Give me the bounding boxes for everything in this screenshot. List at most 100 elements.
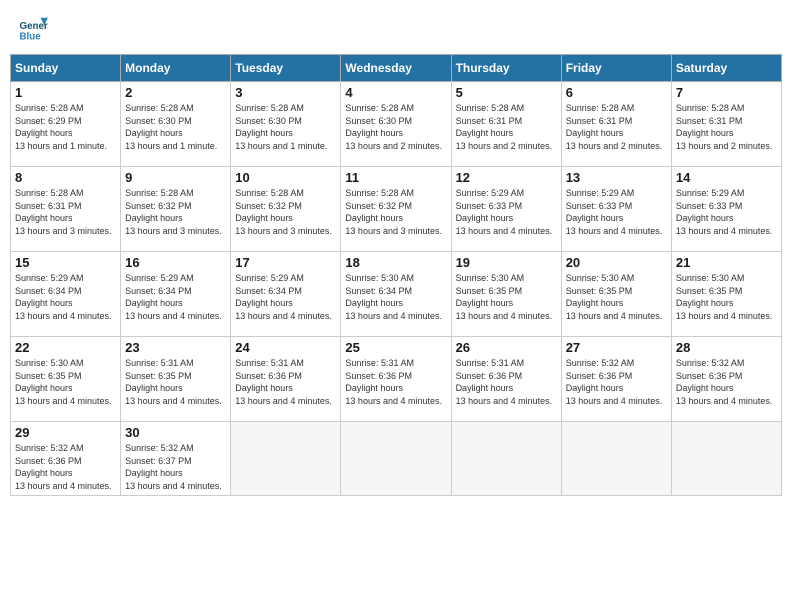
day-number: 26: [456, 340, 557, 355]
weekday-header-monday: Monday: [121, 55, 231, 82]
day-detail: Sunrise: 5:28 AMSunset: 6:31 PMDaylight …: [456, 102, 557, 152]
day-number: 3: [235, 85, 336, 100]
day-number: 20: [566, 255, 667, 270]
calendar-cell: [671, 422, 781, 496]
day-number: 17: [235, 255, 336, 270]
calendar-cell: 21 Sunrise: 5:30 AMSunset: 6:35 PMDayligh…: [671, 252, 781, 337]
day-detail: Sunrise: 5:28 AMSunset: 6:30 PMDaylight …: [125, 102, 226, 152]
calendar-cell: 19 Sunrise: 5:30 AMSunset: 6:35 PMDayligh…: [451, 252, 561, 337]
calendar-week-4: 22 Sunrise: 5:30 AMSunset: 6:35 PMDayligh…: [11, 337, 782, 422]
logo: General Blue: [18, 14, 52, 44]
day-detail: Sunrise: 5:30 AMSunset: 6:35 PMDaylight …: [566, 272, 667, 322]
day-number: 1: [15, 85, 116, 100]
day-detail: Sunrise: 5:29 AMSunset: 6:34 PMDaylight …: [235, 272, 336, 322]
svg-text:Blue: Blue: [20, 32, 42, 43]
calendar-cell: 30 Sunrise: 5:32 AMSunset: 6:37 PMDayligh…: [121, 422, 231, 496]
calendar-week-3: 15 Sunrise: 5:29 AMSunset: 6:34 PMDayligh…: [11, 252, 782, 337]
weekday-header: SundayMondayTuesdayWednesdayThursdayFrid…: [11, 55, 782, 82]
day-detail: Sunrise: 5:28 AMSunset: 6:32 PMDaylight …: [125, 187, 226, 237]
day-detail: Sunrise: 5:28 AMSunset: 6:29 PMDaylight …: [15, 102, 116, 152]
calendar-cell: 13 Sunrise: 5:29 AMSunset: 6:33 PMDayligh…: [561, 167, 671, 252]
calendar-body: 1 Sunrise: 5:28 AMSunset: 6:29 PMDaylight…: [11, 82, 782, 496]
day-number: 30: [125, 425, 226, 440]
day-number: 16: [125, 255, 226, 270]
calendar-cell: 28Sunrise: 5:32 AMSunset: 6:36 PMDayligh…: [671, 337, 781, 422]
day-number: 10: [235, 170, 336, 185]
day-number: 12: [456, 170, 557, 185]
calendar-cell: 18 Sunrise: 5:30 AMSunset: 6:34 PMDayligh…: [341, 252, 451, 337]
calendar-week-2: 8Sunrise: 5:28 AMSunset: 6:31 PMDaylight…: [11, 167, 782, 252]
day-number: 13: [566, 170, 667, 185]
calendar-cell: 26 Sunrise: 5:31 AMSunset: 6:36 PMDayligh…: [451, 337, 561, 422]
calendar-cell: 9Sunrise: 5:28 AMSunset: 6:32 PMDaylight…: [121, 167, 231, 252]
day-detail: Sunrise: 5:30 AMSunset: 6:35 PMDaylight …: [676, 272, 777, 322]
calendar-cell: 29 Sunrise: 5:32 AMSunset: 6:36 PMDayligh…: [11, 422, 121, 496]
day-number: 19: [456, 255, 557, 270]
day-detail: Sunrise: 5:30 AMSunset: 6:34 PMDaylight …: [345, 272, 446, 322]
day-number: 5: [456, 85, 557, 100]
day-detail: Sunrise: 5:28 AMSunset: 6:31 PMDaylight …: [676, 102, 777, 152]
calendar-cell: 11 Sunrise: 5:28 AMSunset: 6:32 PMDayligh…: [341, 167, 451, 252]
calendar-cell: 12 Sunrise: 5:29 AMSunset: 6:33 PMDayligh…: [451, 167, 561, 252]
day-detail: Sunrise: 5:32 AMSunset: 6:36 PMDaylight …: [566, 357, 667, 407]
calendar-cell: 1 Sunrise: 5:28 AMSunset: 6:29 PMDaylight…: [11, 82, 121, 167]
day-detail: Sunrise: 5:30 AMSunset: 6:35 PMDaylight …: [15, 357, 116, 407]
calendar-cell: [451, 422, 561, 496]
calendar-cell: 6 Sunrise: 5:28 AMSunset: 6:31 PMDaylight…: [561, 82, 671, 167]
day-detail: Sunrise: 5:31 AMSunset: 6:35 PMDaylight …: [125, 357, 226, 407]
day-number: 24: [235, 340, 336, 355]
day-detail: Sunrise: 5:28 AMSunset: 6:30 PMDaylight …: [235, 102, 336, 152]
calendar-cell: 22 Sunrise: 5:30 AMSunset: 6:35 PMDayligh…: [11, 337, 121, 422]
day-detail: Sunrise: 5:28 AMSunset: 6:32 PMDaylight …: [345, 187, 446, 237]
day-number: 7: [676, 85, 777, 100]
calendar-week-5: 29 Sunrise: 5:32 AMSunset: 6:36 PMDayligh…: [11, 422, 782, 496]
calendar-cell: 20 Sunrise: 5:30 AMSunset: 6:35 PMDayligh…: [561, 252, 671, 337]
day-detail: Sunrise: 5:30 AMSunset: 6:35 PMDaylight …: [456, 272, 557, 322]
calendar-cell: 8Sunrise: 5:28 AMSunset: 6:31 PMDaylight…: [11, 167, 121, 252]
day-number: 23: [125, 340, 226, 355]
calendar-cell: 2 Sunrise: 5:28 AMSunset: 6:30 PMDaylight…: [121, 82, 231, 167]
day-detail: Sunrise: 5:28 AMSunset: 6:31 PMDaylight …: [566, 102, 667, 152]
logo-icon: General Blue: [18, 14, 48, 44]
day-detail: Sunrise: 5:29 AMSunset: 6:33 PMDaylight …: [676, 187, 777, 237]
day-detail: Sunrise: 5:32 AMSunset: 6:36 PMDaylight …: [676, 357, 777, 407]
day-detail: Sunrise: 5:28 AMSunset: 6:32 PMDaylight …: [235, 187, 336, 237]
day-number: 25: [345, 340, 446, 355]
calendar-cell: 7 Sunrise: 5:28 AMSunset: 6:31 PMDaylight…: [671, 82, 781, 167]
weekday-header-tuesday: Tuesday: [231, 55, 341, 82]
day-detail: Sunrise: 5:29 AMSunset: 6:33 PMDaylight …: [456, 187, 557, 237]
calendar-cell: 17 Sunrise: 5:29 AMSunset: 6:34 PMDayligh…: [231, 252, 341, 337]
calendar-table: SundayMondayTuesdayWednesdayThursdayFrid…: [10, 54, 782, 496]
day-number: 21: [676, 255, 777, 270]
day-number: 2: [125, 85, 226, 100]
day-number: 22: [15, 340, 116, 355]
header: General Blue: [10, 10, 782, 48]
calendar-cell: 4Sunrise: 5:28 AMSunset: 6:30 PMDaylight…: [341, 82, 451, 167]
calendar-cell: 14 Sunrise: 5:29 AMSunset: 6:33 PMDayligh…: [671, 167, 781, 252]
calendar-cell: 3 Sunrise: 5:28 AMSunset: 6:30 PMDaylight…: [231, 82, 341, 167]
day-number: 15: [15, 255, 116, 270]
calendar-week-1: 1 Sunrise: 5:28 AMSunset: 6:29 PMDaylight…: [11, 82, 782, 167]
calendar-cell: [341, 422, 451, 496]
day-number: 11: [345, 170, 446, 185]
day-detail: Sunrise: 5:28 AMSunset: 6:31 PMDaylight …: [15, 187, 116, 237]
day-number: 4: [345, 85, 446, 100]
calendar-cell: 24 Sunrise: 5:31 AMSunset: 6:36 PMDayligh…: [231, 337, 341, 422]
day-detail: Sunrise: 5:32 AMSunset: 6:37 PMDaylight …: [125, 442, 226, 492]
day-detail: Sunrise: 5:29 AMSunset: 6:33 PMDaylight …: [566, 187, 667, 237]
day-number: 29: [15, 425, 116, 440]
weekday-header-wednesday: Wednesday: [341, 55, 451, 82]
day-number: 27: [566, 340, 667, 355]
day-number: 18: [345, 255, 446, 270]
day-number: 14: [676, 170, 777, 185]
calendar-cell: [561, 422, 671, 496]
calendar-cell: [231, 422, 341, 496]
day-detail: Sunrise: 5:31 AMSunset: 6:36 PMDaylight …: [456, 357, 557, 407]
weekday-header-friday: Friday: [561, 55, 671, 82]
calendar-cell: 5 Sunrise: 5:28 AMSunset: 6:31 PMDaylight…: [451, 82, 561, 167]
weekday-header-sunday: Sunday: [11, 55, 121, 82]
day-detail: Sunrise: 5:31 AMSunset: 6:36 PMDaylight …: [235, 357, 336, 407]
day-detail: Sunrise: 5:32 AMSunset: 6:36 PMDaylight …: [15, 442, 116, 492]
calendar-cell: 10 Sunrise: 5:28 AMSunset: 6:32 PMDayligh…: [231, 167, 341, 252]
day-number: 6: [566, 85, 667, 100]
